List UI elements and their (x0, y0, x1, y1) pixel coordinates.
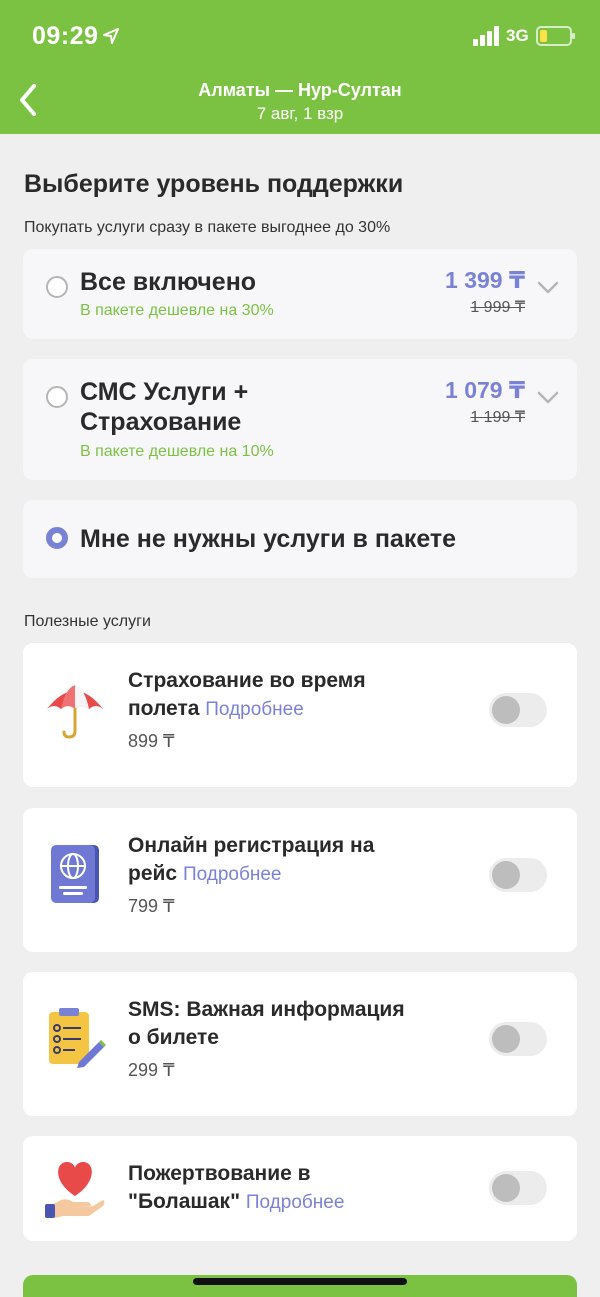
more-info-link[interactable]: Подробнее (183, 864, 282, 885)
package-discount: В пакете дешевле на 30% (80, 302, 274, 319)
service-toggle[interactable] (489, 1171, 547, 1205)
passport-icon (51, 845, 99, 903)
battery-icon (536, 26, 575, 46)
service-title: SMS: Важная информация о билете (128, 998, 405, 1049)
service-toggle[interactable] (489, 693, 547, 727)
radio-button[interactable] (46, 276, 68, 298)
service-insurance: Страхование во время полета Подробнее 89… (23, 643, 577, 787)
more-info-link[interactable]: Подробнее (246, 1192, 345, 1213)
signal-icon (473, 26, 499, 46)
service-sms: SMS: Важная информация о билете 299 ₸ (23, 972, 577, 1116)
package-price: 1 399 ₸ (445, 267, 525, 293)
chevron-down-icon[interactable] (537, 281, 559, 295)
service-price: 299 ₸ (128, 1060, 175, 1080)
service-title: Пожертвование в "Болашак" Подробнее (128, 1162, 345, 1213)
service-title: Страхование во время полета Подробнее (128, 669, 366, 720)
service-toggle[interactable] (489, 1022, 547, 1056)
service-price: 899 ₸ (128, 731, 175, 751)
route-details: 7 авг, 1 взр (256, 104, 344, 123)
checklist-icon (49, 1008, 106, 1068)
umbrella-icon (47, 685, 103, 739)
package-none[interactable]: Мне не нужны услуги в пакете (23, 500, 577, 578)
more-info-link[interactable]: Подробнее (205, 699, 304, 720)
service-title: Онлайн регистрация на рейс Подробнее (128, 834, 375, 885)
package-price: 1 079 ₸ (445, 377, 525, 403)
route-title: Алматы — Нур-Султан (198, 80, 402, 100)
package-old-price: 1 999 ₸ (470, 299, 525, 316)
package-discount: В пакете дешевле на 10% (80, 443, 274, 460)
service-toggle[interactable] (489, 858, 547, 892)
heart-hand-icon (45, 1162, 105, 1218)
network-type: 3G (506, 26, 529, 45)
location-arrow-icon (103, 28, 119, 44)
services-label: Полезные услуги (24, 613, 151, 630)
radio-button[interactable] (46, 386, 68, 408)
home-indicator (193, 1278, 407, 1285)
package-sms-insurance[interactable]: СМС Услуги + Страхование В пакете дешевл… (23, 359, 577, 480)
radio-button-selected[interactable] (46, 527, 68, 549)
page-subtitle: Покупать услуги сразу в пакете выгоднее … (24, 219, 391, 236)
package-title: Мне не нужны услуги в пакете (80, 525, 457, 553)
service-price: 799 ₸ (128, 896, 175, 916)
status-time: 09:29 (32, 22, 99, 50)
service-online-checkin: Онлайн регистрация на рейс Подробнее 799… (23, 808, 577, 952)
service-donation: Пожертвование в "Болашак" Подробнее (23, 1136, 577, 1241)
package-title: СМС Услуги + Страхование (80, 378, 249, 436)
page-title: Выберите уровень поддержки (24, 170, 404, 198)
chevron-down-icon[interactable] (537, 391, 559, 405)
package-all-inclusive[interactable]: Все включено В пакете дешевле на 30% 1 3… (23, 249, 577, 339)
package-title: Все включено (80, 268, 257, 296)
package-old-price: 1 199 ₸ (470, 409, 525, 426)
top-bar: 09:29 3G Алматы — Нур-Султан 7 авг, 1 вз… (0, 0, 600, 134)
